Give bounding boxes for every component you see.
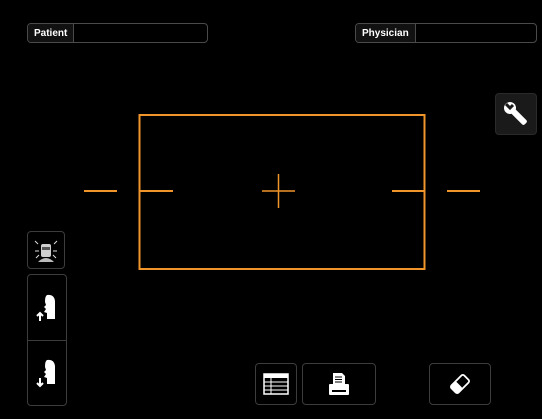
profile-up-button[interactable] <box>28 275 66 340</box>
table-button[interactable] <box>255 363 297 405</box>
profile-button-group <box>27 274 67 406</box>
erase-button[interactable] <box>429 363 491 405</box>
profile-down-button[interactable] <box>28 341 66 405</box>
settings-button[interactable] <box>495 93 537 135</box>
print-button[interactable] <box>302 363 376 405</box>
eraser-icon <box>450 374 470 394</box>
face-scan-button[interactable] <box>27 231 65 269</box>
profile-up-icon <box>36 294 55 321</box>
alignment-guide <box>84 114 480 270</box>
wrench-icon <box>504 102 527 125</box>
table-icon <box>263 373 289 395</box>
print-icon <box>329 373 349 395</box>
frame-rectangle <box>138 114 426 270</box>
profile-down-icon <box>36 359 55 388</box>
face-scan-icon <box>34 240 58 262</box>
